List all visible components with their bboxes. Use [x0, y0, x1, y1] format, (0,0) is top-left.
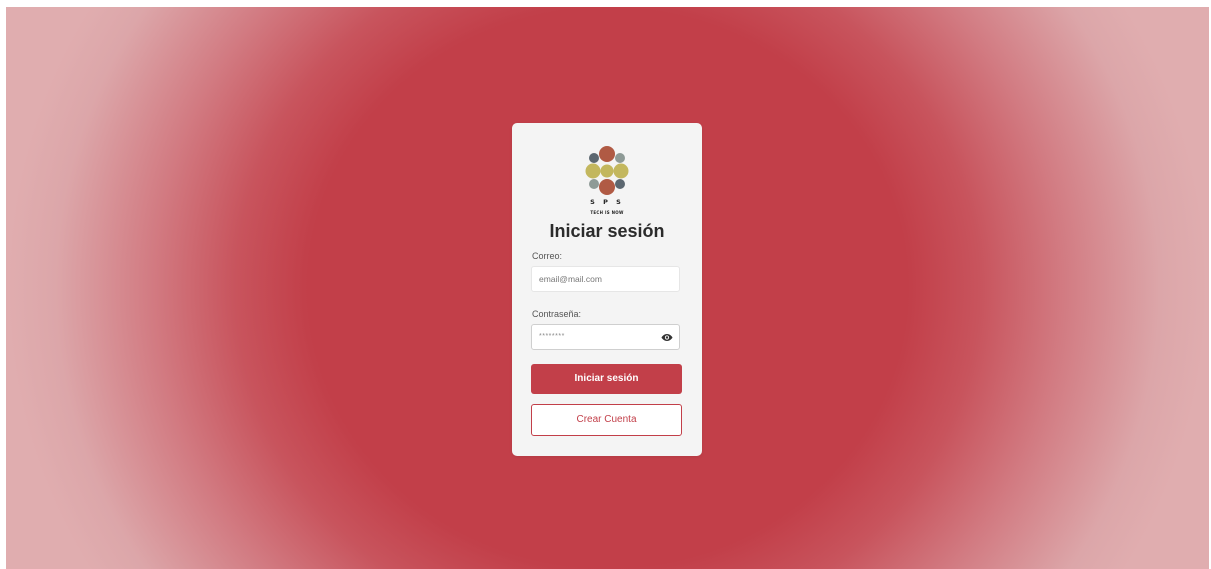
login-button[interactable]: Iniciar sesión: [531, 364, 682, 394]
brand-tagline: TECH IS NOW: [590, 210, 624, 215]
email-label: Correo:: [532, 251, 563, 261]
create-account-button[interactable]: Crear Cuenta: [531, 404, 682, 436]
sps-logo-icon: [585, 146, 629, 195]
sps-logo: [512, 145, 702, 217]
brand-name: S P S: [590, 198, 624, 206]
page-title: Iniciar sesión: [549, 221, 665, 241]
page-background: S P S TECH IS NOW Iniciar sesión Correo:…: [6, 7, 1209, 569]
email-input[interactable]: email@mail.com: [531, 266, 680, 292]
eye-icon[interactable]: [661, 333, 673, 342]
password-value: ********: [539, 333, 565, 340]
password-label: Contraseña:: [532, 309, 582, 319]
login-card: S P S TECH IS NOW Iniciar sesión Correo:…: [512, 123, 702, 456]
password-input[interactable]: ********: [531, 324, 680, 350]
